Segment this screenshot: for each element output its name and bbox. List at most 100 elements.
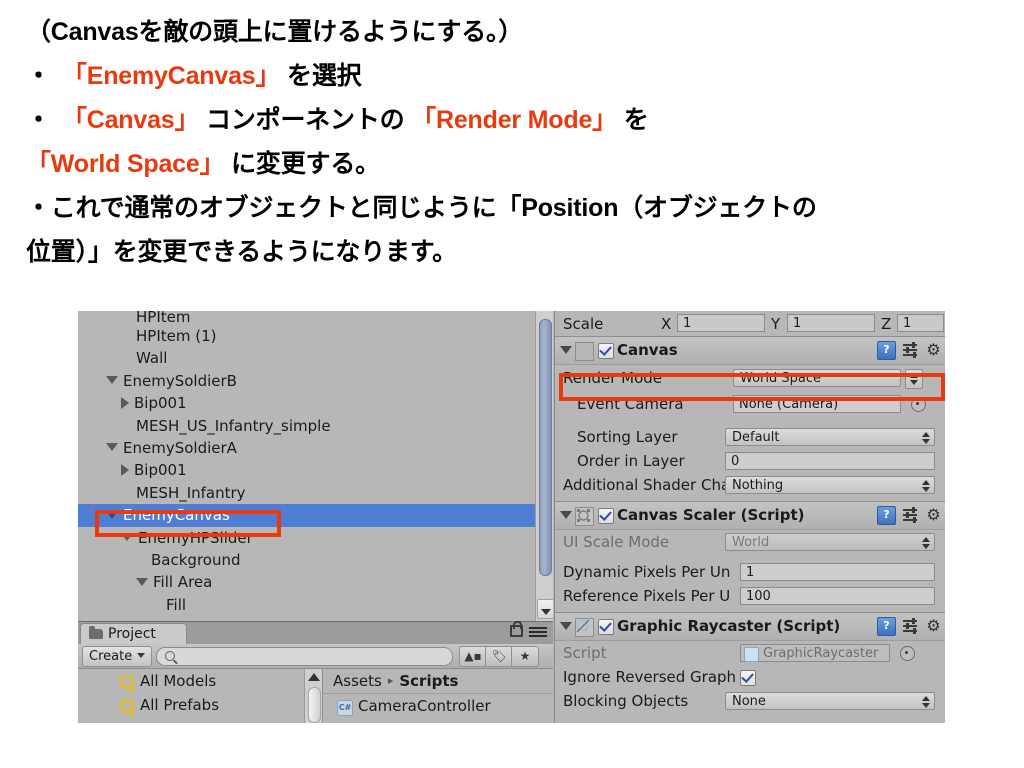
field-row-event-camera[interactable]: Event Camera None (Camera) (555, 391, 945, 417)
help-icon[interactable]: ? (877, 617, 896, 636)
scale-z-input[interactable]: 1 (897, 314, 944, 332)
help-icon[interactable]: ? (877, 506, 896, 525)
breadcrumb-root[interactable]: Assets (333, 672, 382, 690)
hierarchy-row-enemysoldierb[interactable]: EnemySoldierB (78, 370, 553, 392)
scale-x-input[interactable]: 1 (677, 314, 765, 332)
hierarchy-scrollbar-thumb[interactable] (539, 319, 552, 576)
component-header-canvas-scaler[interactable]: Canvas Scaler (Script) ? ⚙ (555, 501, 945, 530)
sorting-layer-dropdown[interactable]: Default (725, 428, 935, 446)
field-row-ignore-reversed-graphics[interactable]: Ignore Reversed Graph (555, 665, 945, 689)
favorite-star-button[interactable]: ★ (511, 646, 539, 667)
asset-item-cameracontroller[interactable]: C# CameraController (323, 694, 553, 718)
component-header-graphic-raycaster[interactable]: Graphic Raycaster (Script) ? ⚙ (555, 612, 945, 641)
gear-icon[interactable]: ⚙ (925, 617, 942, 634)
hierarchy-row-hpitem-1[interactable]: HPItem (1) (78, 325, 553, 347)
disclosure-triangle-down-icon[interactable] (560, 346, 572, 354)
field-row-blocking-objects[interactable]: Blocking Objects None (555, 689, 945, 713)
reference-pixels-per-unit-input[interactable]: 100 (740, 587, 935, 605)
disclosure-triangle-down-icon[interactable] (136, 577, 148, 586)
preset-icon[interactable] (903, 617, 919, 634)
disclosure-triangle-down-icon[interactable] (560, 511, 572, 519)
hierarchy-row-mesh-us-infantry-simple[interactable]: MESH_US_Infantry_simple (78, 415, 553, 437)
hierarchy-row-background[interactable]: Background (78, 549, 553, 571)
hierarchy-scrollbar[interactable] (535, 311, 553, 621)
favorite-item-all-prefabs[interactable]: All Prefabs (78, 693, 322, 717)
hierarchy-row-bip001-b[interactable]: Bip001 (78, 392, 553, 414)
disclosure-triangle-down-icon[interactable] (106, 443, 118, 452)
hierarchy-row-bip001-a[interactable]: Bip001 (78, 459, 553, 481)
hierarchy-row-enemyhpslider[interactable]: EnemyHPSlider (78, 527, 553, 549)
component-header-canvas[interactable]: Canvas ? ⚙ (555, 336, 945, 365)
breadcrumb[interactable]: Assets ▸ Scripts (323, 669, 553, 694)
render-mode-dropdown[interactable]: World Space (733, 369, 901, 387)
gear-icon[interactable]: ⚙ (925, 506, 942, 523)
chevron-up-icon[interactable] (308, 673, 320, 681)
help-icon[interactable]: ? (877, 341, 896, 360)
scroll-down-button[interactable] (537, 599, 553, 619)
assets-filter-icon: ▲▪ (464, 649, 482, 663)
object-picker-icon[interactable] (911, 397, 926, 412)
scale-x-value: 1 (683, 316, 692, 331)
project-body: All Models All Prefabs Assets ▸ Scripts (78, 669, 553, 723)
slide-page: （Canvasを敵の頭上に置けるようにする。） ・ 「EnemyCanvas」 … (0, 0, 1024, 768)
field-row-additional-shader-channels[interactable]: Additional Shader Cha Nothing (555, 473, 945, 497)
tab-project[interactable]: Project (80, 623, 187, 645)
hamburger-menu-icon[interactable] (529, 627, 547, 639)
hierarchy-panel[interactable]: HPItem HPItem (1) Wall EnemySoldierB Bip… (78, 311, 553, 621)
gear-icon[interactable]: ⚙ (925, 341, 942, 358)
render-mode-dropdown-arrows[interactable] (905, 369, 923, 389)
search-input[interactable] (156, 647, 453, 666)
field-row-render-mode[interactable]: Render Mode World Space (555, 365, 945, 391)
breadcrumb-current: Scripts (399, 672, 459, 690)
favorite-item-all-models[interactable]: All Models (78, 669, 322, 693)
canvas-scaler-glyph (577, 509, 590, 522)
preset-icon[interactable] (903, 341, 919, 358)
disclosure-triangle-down-icon[interactable] (106, 510, 118, 519)
assets-filter-button[interactable]: ▲▪ (459, 646, 487, 667)
search-icon (165, 651, 175, 661)
graphic-raycaster-enabled-checkbox[interactable] (598, 619, 614, 635)
project-assets-list: Assets ▸ Scripts C# CameraController (323, 669, 553, 723)
disclosure-triangle-down-icon[interactable] (121, 533, 133, 542)
hierarchy-row-fill[interactable]: Fill (78, 594, 553, 616)
search-icon (120, 675, 134, 689)
disclosure-triangle-down-icon[interactable] (560, 622, 572, 630)
lock-icon[interactable] (510, 621, 523, 637)
field-row-dynamic-pixels-per-unit[interactable]: Dynamic Pixels Per Un 1 (555, 560, 945, 584)
ignore-reversed-graphics-label: Ignore Reversed Graph (563, 668, 737, 686)
label-filter-icon: 🏷 (491, 649, 507, 663)
graphic-raycaster-icon (744, 647, 759, 662)
canvas-scaler-enabled-checkbox[interactable] (598, 508, 614, 524)
blocking-objects-dropdown[interactable]: None (725, 692, 935, 710)
additional-shader-channels-dropdown[interactable]: Nothing (725, 476, 935, 494)
dynamic-pixels-per-unit-input[interactable]: 1 (740, 563, 935, 581)
hierarchy-row-hpitem[interactable]: HPItem (78, 311, 553, 325)
event-camera-object-field[interactable]: None (Camera) (733, 395, 901, 413)
project-panel: Project Create ▲▪ 🏷 ★ All Models All Pre… (78, 621, 553, 723)
hierarchy-row-label: Background (151, 550, 241, 569)
label-filter-button[interactable]: 🏷 (485, 646, 513, 667)
hierarchy-row-enemycanvas[interactable]: EnemyCanvas (78, 504, 553, 527)
disclosure-triangle-right-icon[interactable] (121, 396, 129, 409)
field-row-sorting-layer[interactable]: Sorting Layer Default (555, 425, 945, 449)
order-in-layer-input[interactable]: 0 (725, 452, 935, 470)
project-favorites-list[interactable]: All Models All Prefabs (78, 669, 323, 723)
hierarchy-row-fill-area[interactable]: Fill Area (78, 571, 553, 593)
scale-y-input[interactable]: 1 (787, 314, 875, 332)
disclosure-triangle-right-icon[interactable] (121, 463, 129, 476)
hierarchy-row-enemysoldiera[interactable]: EnemySoldierA (78, 437, 553, 459)
hierarchy-row-label: Wall (136, 349, 168, 368)
hierarchy-row-mesh-infantry[interactable]: MESH_Infantry (78, 482, 553, 504)
field-row-order-in-layer[interactable]: Order in Layer 0 (555, 449, 945, 473)
disclosure-triangle-down-icon[interactable] (106, 376, 118, 385)
project-scrollbar[interactable] (304, 669, 322, 723)
project-scrollbar-thumb[interactable] (308, 687, 321, 723)
preset-icon[interactable] (903, 506, 919, 523)
canvas-enabled-checkbox[interactable] (598, 343, 614, 359)
field-row-ui-scale-mode[interactable]: UI Scale Mode World (555, 530, 945, 554)
create-button[interactable]: Create (82, 646, 153, 667)
field-row-script[interactable]: Script GraphicRaycaster (555, 641, 945, 665)
ignore-reversed-graphics-checkbox[interactable] (740, 670, 756, 686)
hierarchy-row-wall[interactable]: Wall (78, 347, 553, 369)
field-row-reference-pixels-per-unit[interactable]: Reference Pixels Per U 100 (555, 584, 945, 608)
